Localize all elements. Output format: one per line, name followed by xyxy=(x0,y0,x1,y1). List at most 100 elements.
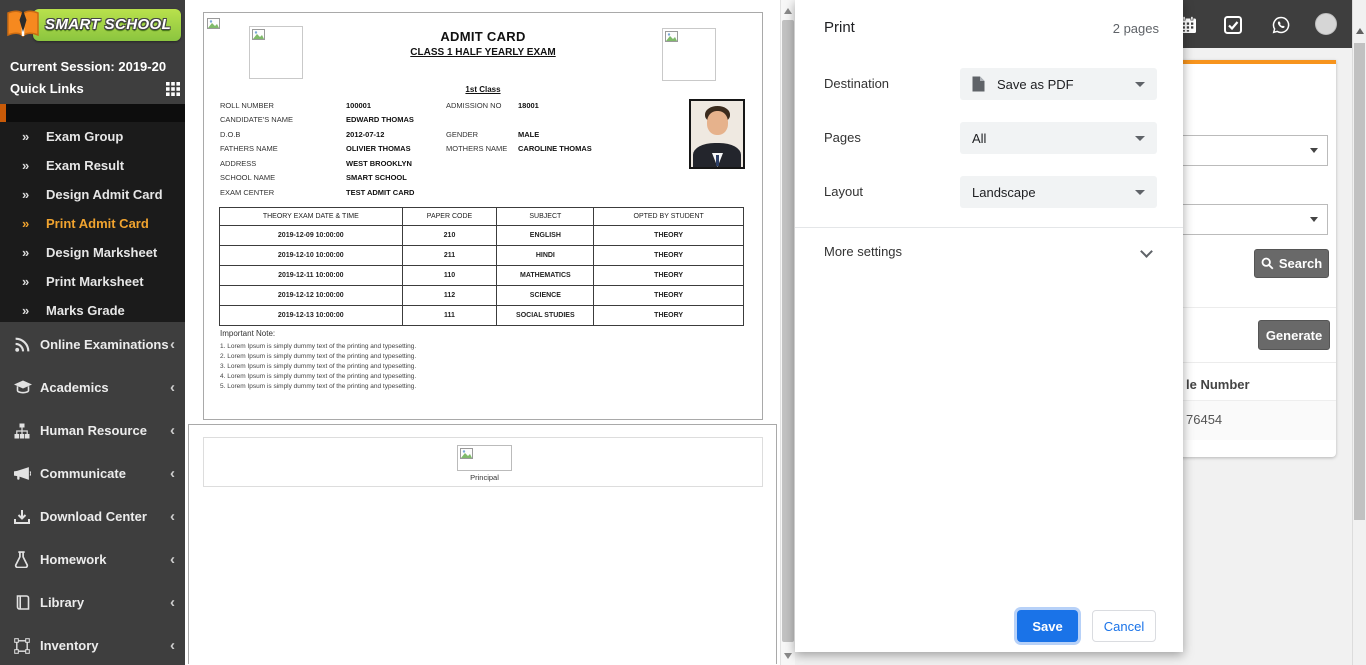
save-button[interactable]: Save xyxy=(1017,610,1078,642)
card-divider xyxy=(1183,362,1336,363)
chevron-left-icon: ‹ xyxy=(170,379,175,396)
cell: 110 xyxy=(402,266,497,286)
user-avatar[interactable] xyxy=(1315,13,1337,35)
principal-sign-placeholder xyxy=(457,445,512,471)
field-label: FATHERS NAME xyxy=(220,144,346,153)
table-row: 2019-12-12 10:00:00112SCIENCETHEORY xyxy=(220,286,744,306)
top-header-bar xyxy=(1183,0,1352,48)
note-line: 1. Lorem Ipsum is simply dummy text of t… xyxy=(220,342,416,352)
sidebar-item-online-examinations[interactable]: Online Examinations‹ xyxy=(0,323,185,366)
broken-image-icon xyxy=(207,18,220,29)
class-select[interactable] xyxy=(1183,135,1328,166)
quick-links[interactable]: Quick Links xyxy=(10,81,180,96)
search-button[interactable]: Search xyxy=(1254,249,1329,278)
sidebar-item-label: Homework xyxy=(40,552,106,567)
scroll-up-arrow-icon[interactable] xyxy=(1356,28,1364,34)
sidebar-item-label: Design Marksheet xyxy=(46,245,157,260)
sidebar-item-inventory[interactable]: Inventory‹ xyxy=(0,624,185,665)
field-value: 2012-07-12 xyxy=(346,130,446,139)
whatsapp-icon[interactable] xyxy=(1271,15,1291,35)
sidebar-item-exam-group[interactable]: »Exam Group xyxy=(0,122,185,151)
cell: ENGLISH xyxy=(497,226,594,246)
double-chevron-icon: » xyxy=(22,245,46,260)
field-label: GENDER xyxy=(446,130,518,139)
sidebar-item-communicate[interactable]: Communicate ‹ xyxy=(0,452,185,495)
scroll-up-arrow-icon[interactable] xyxy=(784,8,792,14)
exam-schedule-table: THEORY EXAM DATE & TIME PAPER CODE SUBJE… xyxy=(219,207,744,326)
page-scrollbar[interactable] xyxy=(1352,0,1366,665)
pages-select[interactable]: All xyxy=(960,122,1157,154)
field-row: EXAM CENTERTEST ADMIT CARD xyxy=(220,185,686,200)
print-preview-pane: ADMIT CARD CLASS 1 HALF YEARLY EXAM 1st … xyxy=(185,0,795,665)
sidebar-item-label: Library xyxy=(40,595,84,610)
sidebar-item-exam-result[interactable]: »Exam Result xyxy=(0,151,185,180)
more-settings[interactable]: More settings xyxy=(824,244,902,259)
search-icon xyxy=(1261,257,1274,270)
sidebar-item-homework[interactable]: Homework‹ xyxy=(0,538,185,581)
print-dialog-title: Print xyxy=(824,19,855,36)
field-value: TEST ADMIT CARD xyxy=(346,188,446,197)
cell: 2019-12-11 10:00:00 xyxy=(220,266,403,286)
layout-select[interactable]: Landscape xyxy=(960,176,1157,208)
chevron-left-icon: ‹ xyxy=(170,508,175,525)
note-line: 4. Lorem Ipsum is simply dummy text of t… xyxy=(220,372,416,382)
broken-image-icon xyxy=(460,448,473,459)
field-label: D.O.B xyxy=(220,130,346,139)
table-row: 2019-12-09 10:00:00210ENGLISHTHEORY xyxy=(220,226,744,246)
field-label: EXAM CENTER xyxy=(220,188,346,197)
section-select[interactable] xyxy=(1183,204,1328,235)
layout-label: Layout xyxy=(824,184,863,199)
sidebar-item-design-admit-card[interactable]: »Design Admit Card xyxy=(0,180,185,209)
chevron-left-icon: ‹ xyxy=(170,465,175,482)
caret-down-icon xyxy=(1135,136,1145,141)
field-value: MALE xyxy=(518,130,686,139)
grid-icon xyxy=(166,82,180,96)
sidebar-item-academics[interactable]: Academics‹ xyxy=(0,366,185,409)
caret-down-icon xyxy=(1135,82,1145,87)
calendar-icon[interactable] xyxy=(1183,15,1198,35)
session-label: Current Session: 2019-20 xyxy=(10,59,166,74)
destination-label: Destination xyxy=(824,76,889,91)
card-divider xyxy=(1183,307,1336,308)
cell: SCIENCE xyxy=(497,286,594,306)
chevron-left-icon: ‹ xyxy=(170,336,175,353)
app-logo[interactable]: SMART SCHOOL xyxy=(5,7,181,43)
pages-label: Pages xyxy=(824,130,861,145)
field-value: CAROLINE THOMAS xyxy=(518,144,686,153)
sidebar-item-label: Design Admit Card xyxy=(46,187,163,202)
sidebar-item-marks-grade[interactable]: »Marks Grade xyxy=(0,296,185,325)
sidebar-item-label: Communicate xyxy=(40,466,126,481)
scroll-down-arrow-icon[interactable] xyxy=(784,653,792,659)
sidebar-item-print-marksheet[interactable]: »Print Marksheet xyxy=(0,267,185,296)
sidebar-item-print-admit-card[interactable]: »Print Admit Card xyxy=(0,209,185,238)
cell: 210 xyxy=(402,226,497,246)
chevron-down-icon[interactable] xyxy=(1140,245,1153,258)
caret-down-icon xyxy=(1135,190,1145,195)
sidebar-item-download-center[interactable]: Download Center‹ xyxy=(0,495,185,538)
double-chevron-icon: » xyxy=(22,274,46,289)
field-label: MOTHERS NAME xyxy=(446,144,518,153)
double-chevron-icon: » xyxy=(22,187,46,202)
field-label: CANDIDATE'S NAME xyxy=(220,115,346,124)
sidebar-item-design-marksheet[interactable]: »Design Marksheet xyxy=(0,238,185,267)
sidebar-item-human-resource[interactable]: Human Resource‹ xyxy=(0,409,185,452)
destination-select[interactable]: Save as PDF xyxy=(960,68,1157,100)
field-row: FATHERS NAMEOLIVIER THOMASMOTHERS NAMECA… xyxy=(220,142,686,157)
scrollbar-thumb[interactable] xyxy=(1354,43,1365,520)
sitemap-icon xyxy=(14,423,40,439)
rss-icon xyxy=(14,336,40,353)
cancel-button[interactable]: Cancel xyxy=(1092,610,1156,642)
sidebar-item-label: Print Admit Card xyxy=(46,216,149,231)
chevron-left-icon: ‹ xyxy=(170,637,175,654)
generate-button[interactable]: Generate xyxy=(1258,320,1330,350)
task-check-icon[interactable] xyxy=(1223,15,1243,35)
box-corners-icon xyxy=(14,638,40,654)
chevron-left-icon: ‹ xyxy=(170,594,175,611)
field-label: SCHOOL NAME xyxy=(220,173,346,182)
table-row: 2019-12-11 10:00:00110MATHEMATICSTHEORY xyxy=(220,266,744,286)
field-value: 100001 xyxy=(346,101,446,110)
sidebar-item-library[interactable]: Library ‹ xyxy=(0,581,185,624)
scrollbar-thumb[interactable] xyxy=(782,20,794,642)
preview-scrollbar[interactable] xyxy=(780,0,795,665)
table-cell-partial: 76454 xyxy=(1186,412,1222,427)
